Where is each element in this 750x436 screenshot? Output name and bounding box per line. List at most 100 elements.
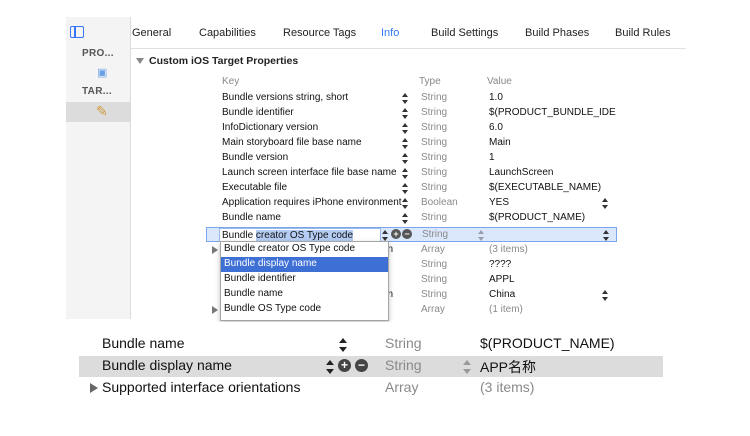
row-value[interactable]: LaunchScreen bbox=[489, 167, 616, 178]
dropdown-item[interactable]: Bundle OS Type code bbox=[221, 302, 388, 317]
type-stepper-icon[interactable] bbox=[478, 230, 484, 241]
remove-row-icon[interactable]: − bbox=[355, 359, 368, 372]
tab-capabilities[interactable]: Capabilities bbox=[199, 27, 256, 39]
key-edit-field[interactable]: Bundle creator OS Type code bbox=[219, 228, 381, 242]
row-key: Main storyboard file base name bbox=[222, 137, 362, 148]
dropdown-item[interactable]: Bundle creator OS Type code bbox=[221, 242, 388, 257]
row-value[interactable]: 1 bbox=[489, 152, 616, 163]
row-value: (1 item) bbox=[489, 304, 523, 315]
row-key: Bundle name bbox=[102, 335, 185, 351]
row-key: Bundle identifier bbox=[222, 107, 294, 118]
row-value[interactable]: APP名称 bbox=[480, 357, 536, 377]
row-value[interactable]: $(PRODUCT_NAME) bbox=[480, 335, 615, 351]
expand-triangle-icon[interactable] bbox=[90, 383, 98, 393]
column-header-type[interactable]: Type bbox=[419, 76, 441, 87]
table-row[interactable]: Bundle name String $(PRODUCT_NAME) bbox=[206, 211, 617, 226]
add-row-icon[interactable]: + bbox=[338, 359, 351, 372]
expand-triangle-icon[interactable] bbox=[212, 246, 218, 254]
zoom-row[interactable]: Supported interface orientations Array (… bbox=[79, 378, 663, 399]
row-type: String bbox=[385, 335, 422, 351]
table-row[interactable]: Main storyboard file base name String Ma… bbox=[206, 136, 617, 151]
tab-build-phases[interactable]: Build Phases bbox=[525, 27, 589, 39]
editor-tab-bar: General Capabilities Resource Tags Info … bbox=[131, 17, 686, 49]
tab-build-rules[interactable]: Build Rules bbox=[615, 27, 671, 39]
row-key: Application requires iPhone environment bbox=[222, 197, 402, 208]
project-navigator-sidebar: PRO... ▣ TAR... ✎ bbox=[66, 17, 131, 319]
key-stepper-icon[interactable] bbox=[402, 183, 408, 194]
row-type: String bbox=[421, 107, 448, 118]
row-value[interactable]: $(PRODUCT_BUNDLE_IDEN bbox=[489, 107, 616, 118]
dropdown-item-selected[interactable]: Bundle display name bbox=[221, 257, 388, 272]
column-header-value[interactable]: Value bbox=[487, 76, 512, 87]
row-key: Bundle name bbox=[222, 212, 281, 223]
key-autocomplete-dropdown: Bundle creator OS Type code Bundle displ… bbox=[220, 241, 389, 321]
row-key: InfoDictionary version bbox=[222, 122, 319, 133]
dropdown-item[interactable]: Bundle identifier bbox=[221, 272, 388, 287]
row-type: String bbox=[421, 167, 448, 178]
app-target-icon: ✎ bbox=[96, 103, 108, 119]
tab-general[interactable]: General bbox=[132, 27, 171, 39]
value-stepper-icon[interactable] bbox=[602, 198, 608, 209]
expand-triangle-icon[interactable] bbox=[212, 306, 218, 314]
key-stepper-icon[interactable] bbox=[382, 230, 388, 241]
project-file-icon[interactable]: ▣ bbox=[97, 66, 107, 79]
row-key: Bundle versions string, short bbox=[222, 92, 349, 103]
key-stepper-icon[interactable] bbox=[402, 198, 408, 209]
section-disclosure-icon[interactable] bbox=[136, 58, 144, 64]
table-row[interactable]: Bundle identifier String $(PRODUCT_BUNDL… bbox=[206, 106, 617, 121]
row-value: (3 items) bbox=[480, 379, 535, 395]
row-value[interactable]: Main bbox=[489, 137, 616, 148]
table-row[interactable]: Bundle version String 1 bbox=[206, 151, 617, 166]
row-value[interactable]: 6.0 bbox=[489, 122, 616, 133]
key-stepper-icon[interactable] bbox=[326, 360, 334, 374]
row-value[interactable]: 1.0 bbox=[489, 92, 616, 103]
key-stepper-icon[interactable] bbox=[339, 338, 347, 352]
row-value[interactable]: YES bbox=[489, 197, 616, 208]
row-type: String bbox=[421, 152, 448, 163]
dropdown-item[interactable]: Bundle name bbox=[221, 287, 388, 302]
tab-resource-tags[interactable]: Resource Tags bbox=[283, 27, 356, 39]
column-header-key[interactable]: Key bbox=[222, 76, 239, 87]
table-row[interactable]: Launch screen interface file base name S… bbox=[206, 166, 617, 181]
type-stepper-icon[interactable] bbox=[463, 360, 471, 374]
row-value: (3 items) bbox=[489, 244, 528, 255]
zoom-row-selected[interactable]: Bundle display name + − String APP名称 bbox=[79, 356, 663, 377]
table-row[interactable]: InfoDictionary version String 6.0 bbox=[206, 121, 617, 136]
row-type: String bbox=[422, 229, 449, 240]
key-stepper-icon[interactable] bbox=[402, 123, 408, 134]
value-stepper-icon[interactable] bbox=[603, 230, 609, 241]
key-stepper-icon[interactable] bbox=[402, 93, 408, 104]
sidebar-toggle-icon[interactable] bbox=[70, 26, 84, 38]
sidebar-project-header: PRO... bbox=[82, 48, 114, 59]
row-type: Array bbox=[421, 304, 445, 315]
table-row-editing[interactable]: Bundle creator OS Type code + − String bbox=[206, 227, 617, 242]
row-value[interactable]: China bbox=[489, 289, 616, 300]
row-type: String bbox=[421, 274, 448, 285]
row-key: Launch screen interface file base name bbox=[222, 167, 397, 178]
row-value[interactable]: $(PRODUCT_NAME) bbox=[489, 212, 616, 223]
value-stepper-icon[interactable] bbox=[602, 290, 608, 301]
section-title: Custom iOS Target Properties bbox=[149, 55, 299, 67]
key-stepper-icon[interactable] bbox=[402, 153, 408, 164]
row-type: Array bbox=[385, 379, 419, 395]
key-stepper-icon[interactable] bbox=[402, 168, 408, 179]
row-value[interactable]: ???? bbox=[489, 259, 616, 270]
zoom-row[interactable]: Bundle name String $(PRODUCT_NAME) bbox=[79, 334, 663, 355]
tab-info[interactable]: Info bbox=[381, 27, 399, 39]
row-key: Bundle display name bbox=[102, 357, 232, 373]
row-type: String bbox=[421, 212, 448, 223]
table-row[interactable]: Executable file String $(EXECUTABLE_NAME… bbox=[206, 181, 617, 196]
add-row-icon[interactable]: + bbox=[391, 229, 401, 239]
row-key: Bundle version bbox=[222, 152, 289, 163]
key-stepper-icon[interactable] bbox=[402, 213, 408, 224]
table-row[interactable]: Bundle versions string, short String 1.0 bbox=[206, 91, 617, 106]
remove-row-icon[interactable]: − bbox=[402, 229, 412, 239]
row-type: Boolean bbox=[421, 197, 458, 208]
row-value[interactable]: APPL bbox=[489, 274, 616, 285]
row-value[interactable]: $(EXECUTABLE_NAME) bbox=[489, 182, 616, 193]
key-stepper-icon[interactable] bbox=[402, 138, 408, 149]
table-row[interactable]: Application requires iPhone environment … bbox=[206, 196, 617, 211]
row-type: String bbox=[421, 182, 448, 193]
key-stepper-icon[interactable] bbox=[402, 108, 408, 119]
tab-build-settings[interactable]: Build Settings bbox=[431, 27, 498, 39]
